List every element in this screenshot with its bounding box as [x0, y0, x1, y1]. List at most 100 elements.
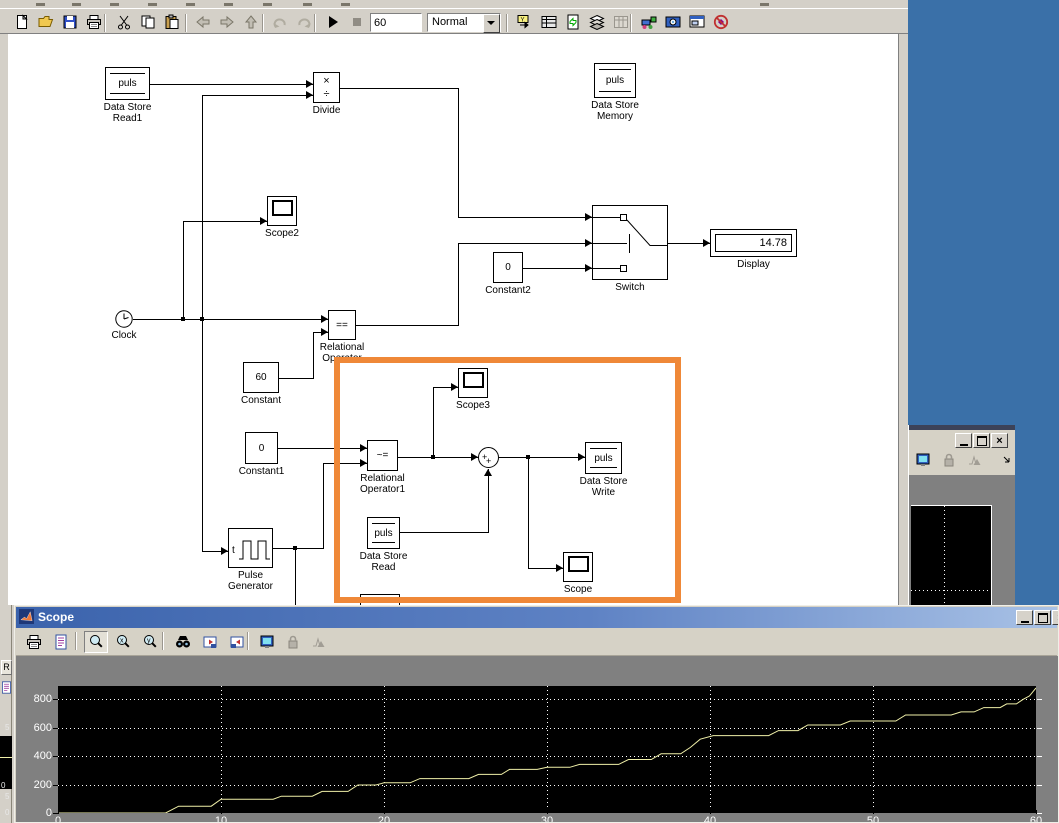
svg-text:t: t — [232, 545, 235, 556]
update-diagram-icon[interactable] — [563, 12, 583, 32]
y-axis-tick — [53, 785, 58, 786]
block-relational-operator[interactable]: == — [328, 310, 356, 340]
workspace-icon[interactable] — [687, 12, 707, 32]
paste-icon[interactable] — [162, 12, 182, 32]
wire — [183, 221, 184, 320]
block-label: Data Store Read1 — [68, 102, 188, 124]
x-axis-tick — [384, 810, 385, 814]
zoom-y-icon[interactable]: y — [138, 631, 162, 653]
block-label: Constant1 — [202, 466, 322, 477]
minimize-icon[interactable] — [955, 433, 972, 448]
maximize-icon[interactable] — [1034, 610, 1051, 625]
block-divide[interactable]: × ÷ — [313, 72, 340, 103]
play-icon[interactable] — [323, 12, 343, 32]
menu-text-fragment — [263, 3, 272, 6]
close-icon[interactable]: × — [1052, 610, 1059, 625]
wire-arrowhead — [321, 328, 328, 336]
new-file-icon[interactable] — [12, 12, 32, 32]
block-data-store-memory[interactable]: puls — [594, 63, 636, 98]
library-browser-icon[interactable]: Y — [515, 12, 535, 32]
zoom-x-icon[interactable]: x — [111, 631, 135, 653]
scope-titlebar[interactable]: Scope × — [16, 607, 1057, 628]
signal-selection-icon[interactable] — [307, 631, 331, 653]
x-axis-tick-label: 30 — [534, 815, 560, 823]
block-constant1[interactable]: 0 — [245, 432, 278, 464]
scope-screen-icon — [272, 200, 293, 216]
lock-icon[interactable] — [939, 450, 959, 470]
overflow-chevron-icon[interactable] — [997, 450, 1015, 470]
float-icon[interactable] — [913, 450, 933, 470]
block-constant[interactable]: 60 — [243, 362, 279, 393]
menu-text-fragment — [110, 3, 119, 6]
toolbar-separator — [247, 632, 249, 650]
stop-icon[interactable] — [347, 12, 367, 32]
block-scope2[interactable] — [267, 196, 297, 226]
toolbar-separator — [75, 632, 77, 650]
wire-arrowhead — [260, 217, 267, 225]
datastore-rule — [110, 73, 145, 74]
menu-text-fragment — [303, 3, 312, 6]
close-icon[interactable]: × — [991, 433, 1008, 448]
model-window-border — [898, 34, 908, 607]
wire-arrowhead — [306, 91, 313, 99]
wire — [458, 217, 593, 218]
signal-selection-icon[interactable] — [965, 450, 985, 470]
save-axes-icon[interactable] — [198, 631, 222, 653]
block-switch[interactable] — [592, 205, 668, 280]
print-icon[interactable] — [22, 631, 46, 653]
zoom-icon[interactable] — [84, 631, 108, 653]
print-icon[interactable] — [84, 12, 104, 32]
scope-plot — [58, 686, 1036, 813]
block-label: Scope2 — [222, 228, 342, 239]
mini-axis-label: 0 — [5, 808, 9, 817]
block-pulse-generator[interactable]: t — [228, 528, 273, 568]
autoscale-icon[interactable] — [171, 631, 195, 653]
lock-icon[interactable] — [281, 631, 305, 653]
block-clock[interactable] — [115, 310, 133, 328]
build-icon[interactable] — [639, 12, 659, 32]
model-window: Normal Y pulsData Store Read1× ÷Dividepu… — [0, 0, 908, 607]
forward-arrow-icon[interactable] — [217, 12, 237, 32]
debug-icon[interactable] — [611, 12, 631, 32]
datastore-rule — [110, 93, 145, 94]
parameters-icon[interactable] — [49, 631, 73, 653]
x-axis-tick-label: 0 — [45, 815, 71, 823]
layers-icon[interactable] — [587, 12, 607, 32]
snapshot-icon[interactable] — [663, 12, 683, 32]
model-browser-icon[interactable] — [539, 12, 559, 32]
x-axis-tick — [710, 810, 711, 814]
wire — [183, 221, 268, 222]
undo-icon[interactable] — [270, 12, 290, 32]
wire — [340, 88, 459, 89]
block-display[interactable]: 14.78 — [710, 229, 797, 257]
up-arrow-icon[interactable] — [241, 12, 261, 32]
chevron-down-icon[interactable] — [483, 14, 500, 33]
disable-link-icon[interactable] — [711, 12, 731, 32]
x-axis-tick — [1036, 810, 1037, 814]
menu-remnants — [0, 0, 908, 8]
fragment-button[interactable]: R — [1, 660, 12, 675]
toolbar-separator — [506, 14, 508, 32]
cut-icon[interactable] — [114, 12, 134, 32]
minimize-icon[interactable] — [1016, 610, 1033, 625]
restore-axes-icon[interactable] — [225, 631, 249, 653]
sim-mode-select[interactable]: Normal — [427, 13, 501, 32]
y-axis-tick-label: 600 — [20, 722, 52, 734]
menu-text-fragment — [224, 3, 233, 6]
block-label: Data Store Memory — [555, 100, 675, 122]
redo-icon[interactable] — [294, 12, 314, 32]
block-data-store-read1[interactable]: puls — [105, 67, 150, 100]
sim-time-input[interactable] — [370, 13, 422, 32]
block-constant2[interactable]: 0 — [493, 252, 523, 283]
back-arrow-icon[interactable] — [193, 12, 213, 32]
open-file-icon[interactable] — [36, 12, 56, 32]
copy-icon[interactable] — [138, 12, 158, 32]
float-icon[interactable] — [255, 631, 279, 653]
x-axis-tick — [58, 810, 59, 814]
maximize-icon[interactable] — [973, 433, 990, 448]
floating-scope-window[interactable]: × — [908, 425, 1015, 605]
x-axis-tick — [221, 810, 222, 814]
wire-arrowhead — [306, 80, 313, 88]
save-icon[interactable] — [60, 12, 80, 32]
y-axis-tick — [53, 728, 58, 729]
